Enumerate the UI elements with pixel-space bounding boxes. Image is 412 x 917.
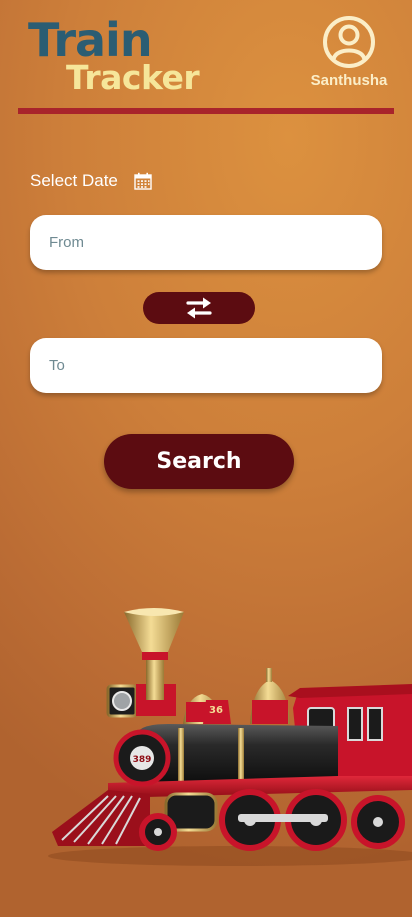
from-field[interactable] (30, 215, 382, 270)
app-logo: Train Tracker (28, 14, 228, 100)
select-date-label: Select Date (30, 171, 118, 190)
swap-button[interactable] (143, 292, 255, 324)
calendar-icon[interactable] (134, 172, 152, 190)
swap-arrows-icon (186, 297, 212, 319)
to-field[interactable] (30, 338, 382, 393)
to-input[interactable] (47, 356, 382, 375)
steam-locomotive-image: 36 389 (48, 608, 412, 866)
front-number: 389 (133, 755, 152, 765)
date-selector[interactable]: Select Date (30, 171, 152, 191)
header-divider (18, 108, 394, 114)
logo-title-tracker: Tracker (66, 58, 200, 97)
tender-number: 36 (209, 705, 223, 716)
profile[interactable]: Santhusha (304, 14, 394, 89)
from-input[interactable] (47, 233, 382, 252)
search-button[interactable]: Search (104, 434, 294, 489)
user-circle-icon[interactable] (321, 14, 377, 70)
profile-name: Santhusha (310, 72, 388, 89)
